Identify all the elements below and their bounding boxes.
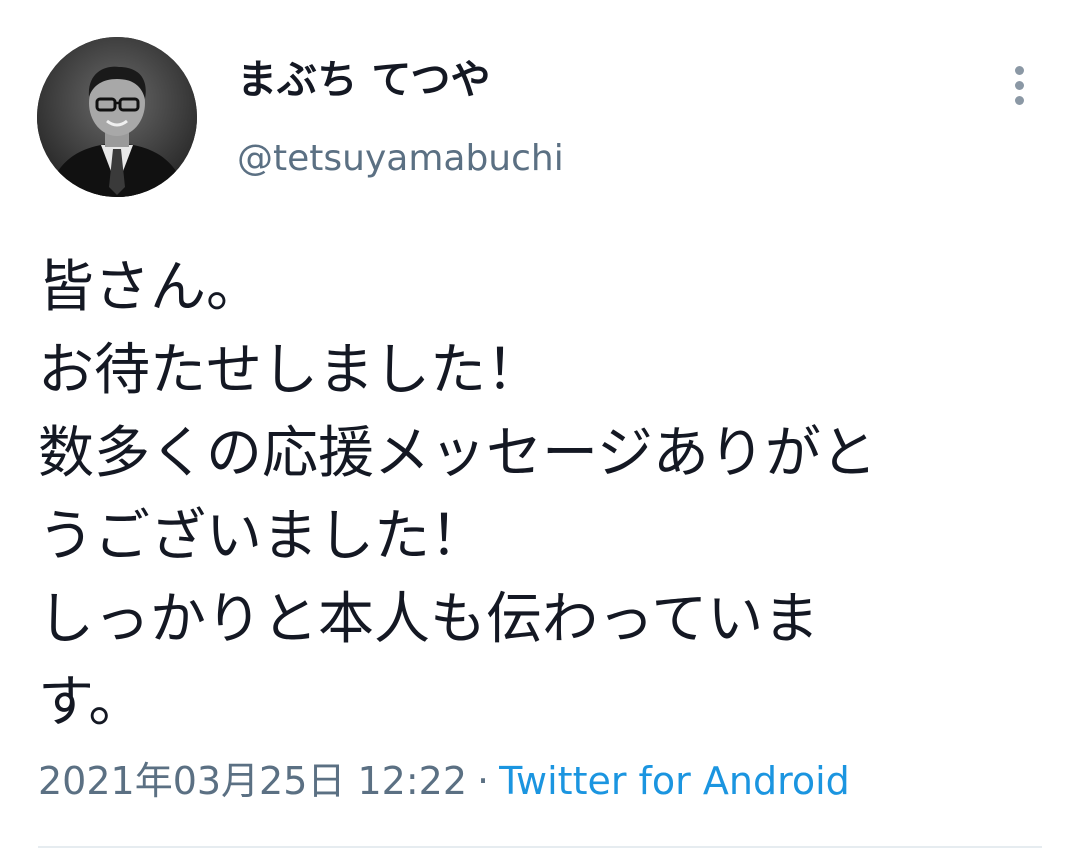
- avatar-photo: [37, 37, 197, 197]
- tweet-text-line: 数多くの応援メッセージありがと: [38, 421, 877, 486]
- tweet-timestamp[interactable]: 2021年03月25日 12:22: [38, 759, 467, 803]
- tweet-meta: 2021年03月25日 12:22 · Twitter for Android: [38, 754, 850, 808]
- tweet-text-line: しっかりと本人も伝わっていま: [38, 587, 820, 652]
- avatar[interactable]: [37, 37, 197, 197]
- tweet-text: 皆さん。 お待たせしました！ 数多くの応援メッセージありがと うございました！ …: [38, 246, 1048, 744]
- tweet-text-line: うございました！: [38, 504, 486, 569]
- tweet-text-line: お待たせしました！: [38, 338, 542, 403]
- display-name[interactable]: まぶち てつや: [237, 52, 491, 108]
- more-options-button[interactable]: [998, 60, 1042, 110]
- meta-separator: ·: [477, 759, 490, 803]
- tweet-source-link[interactable]: Twitter for Android: [499, 759, 850, 803]
- tweet-card: まぶち てつや @tetsuyamabuchi 皆さん。 お待たせしました！ 数…: [0, 0, 1080, 848]
- tweet-text-line: す。: [38, 670, 145, 735]
- tweet-text-line: 皆さん。: [38, 255, 262, 320]
- user-handle[interactable]: @tetsuyamabuchi: [237, 134, 564, 184]
